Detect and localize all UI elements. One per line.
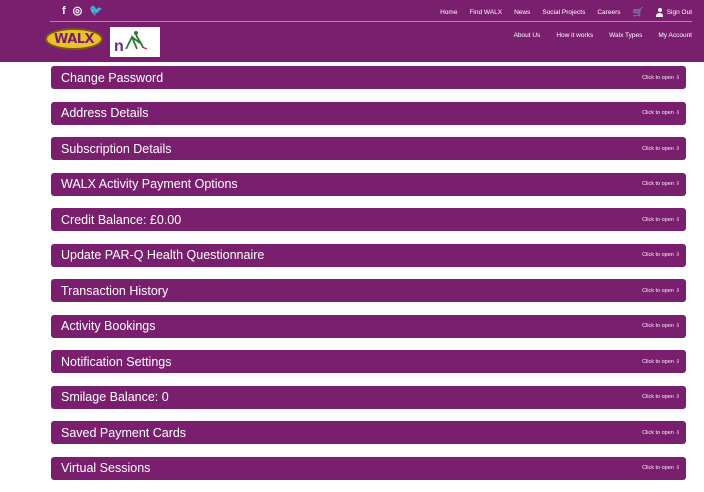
click-to-open-hint: Click to open ⇩ bbox=[642, 252, 680, 258]
twitter-icon[interactable]: 🐦 bbox=[89, 5, 103, 17]
accordion-label: Virtual Sessions bbox=[61, 461, 151, 475]
nav-walx-types[interactable]: Walx Types bbox=[609, 32, 642, 39]
click-to-open-hint: Click to open ⇩ bbox=[642, 323, 680, 329]
accordion-label: Credit Balance: £0.00 bbox=[61, 212, 182, 227]
sign-out-link[interactable]: Sign Out bbox=[655, 8, 692, 17]
header-divider bbox=[50, 21, 692, 22]
user-icon bbox=[655, 8, 663, 17]
accordion-label: Address Details bbox=[61, 106, 149, 120]
click-to-open-hint: Click to open ⇩ bbox=[642, 145, 680, 152]
nav-social-projects[interactable]: Social Projects bbox=[542, 9, 585, 16]
click-to-open-hint: Click to open ⇩ bbox=[642, 394, 680, 400]
click-to-open-hint: Click to open ⇩ bbox=[642, 287, 680, 294]
accordion-virtual-sessions[interactable]: Virtual Sessions Click to open ⇩ bbox=[51, 456, 686, 480]
social-links: f ◎ 🐦 bbox=[62, 5, 103, 17]
site-header: f ◎ 🐦 Home Find WALX News Social Project… bbox=[0, 0, 704, 62]
accordion-change-password[interactable]: Change Password Click to open ⇩ bbox=[51, 66, 686, 89]
accordion-address-details[interactable]: Address Details Click to open ⇩ bbox=[51, 101, 686, 125]
walx-logo[interactable]: WALX bbox=[45, 28, 103, 50]
accordion-label: Saved Payment Cards bbox=[61, 425, 187, 440]
accordion-subscription-details[interactable]: Subscription Details Click to open ⇩ bbox=[51, 137, 686, 160]
instagram-icon[interactable]: ◎ bbox=[73, 5, 83, 17]
accordion-label: Activity Bookings bbox=[61, 319, 156, 333]
click-to-open-hint: Click to open ⇩ bbox=[642, 74, 680, 81]
nordic-walker-icon: n bbox=[114, 31, 148, 55]
click-to-open-hint: Click to open ⇩ bbox=[642, 110, 680, 116]
top-nav: Home Find WALX News Social Projects Care… bbox=[440, 7, 692, 18]
facebook-icon[interactable]: f bbox=[62, 5, 66, 17]
accordion-par-q[interactable]: Update PAR-Q Health Questionnaire Click t… bbox=[51, 243, 686, 267]
accordion-saved-payment-cards[interactable]: Saved Payment Cards Click to open ⇩ bbox=[51, 421, 686, 444]
cart-icon[interactable]: 🛒 bbox=[632, 7, 643, 18]
accordion-label: Update PAR-Q Health Questionnaire bbox=[61, 248, 265, 262]
svg-text:n: n bbox=[114, 38, 124, 55]
secondary-nav: About Us How it works Walx Types My Acco… bbox=[514, 32, 692, 39]
accordion-label: Notification Settings bbox=[61, 354, 172, 369]
accordion-label: Subscription Details bbox=[61, 141, 172, 156]
nav-home[interactable]: Home bbox=[440, 9, 457, 16]
click-to-open-hint: Click to open ⇩ bbox=[642, 216, 680, 223]
accordion-label: Smilage Balance: 0 bbox=[61, 390, 169, 404]
accordion-label: WALX Activity Payment Options bbox=[61, 177, 238, 191]
walx-logo-text: WALX bbox=[53, 31, 95, 47]
accordion-notification-settings[interactable]: Notification Settings Click to open ⇩ bbox=[51, 350, 686, 373]
nordic-walking-logo[interactable]: n bbox=[110, 27, 160, 57]
accordion-credit-balance[interactable]: Credit Balance: £0.00 Click to open ⇩ bbox=[51, 208, 686, 231]
click-to-open-hint: Click to open ⇩ bbox=[642, 429, 680, 436]
accordion-activity-bookings[interactable]: Activity Bookings Click to open ⇩ bbox=[51, 314, 686, 338]
click-to-open-hint: Click to open ⇩ bbox=[642, 181, 680, 187]
nav-how-it-works[interactable]: How it works bbox=[556, 32, 593, 39]
sign-out-label: Sign Out bbox=[666, 9, 692, 16]
accordion-smilage-balance[interactable]: Smilage Balance: 0 Click to open ⇩ bbox=[51, 385, 686, 409]
nav-careers[interactable]: Careers bbox=[597, 9, 620, 16]
accordion-transaction-history[interactable]: Transaction History Click to open ⇩ bbox=[51, 279, 686, 302]
click-to-open-hint: Click to open ⇩ bbox=[642, 358, 680, 365]
click-to-open-hint: Click to open ⇩ bbox=[642, 465, 680, 471]
nav-about-us[interactable]: About Us bbox=[514, 32, 541, 39]
accordion-payment-options[interactable]: WALX Activity Payment Options Click to op… bbox=[51, 172, 686, 196]
account-accordion: Change Password Click to open ⇩ Address D… bbox=[51, 66, 686, 492]
accordion-label: Change Password bbox=[61, 70, 164, 85]
nav-my-account[interactable]: My Account bbox=[658, 32, 692, 39]
nav-find-walx[interactable]: Find WALX bbox=[469, 9, 502, 16]
nav-news[interactable]: News bbox=[514, 9, 530, 16]
accordion-label: Transaction History bbox=[61, 283, 169, 298]
